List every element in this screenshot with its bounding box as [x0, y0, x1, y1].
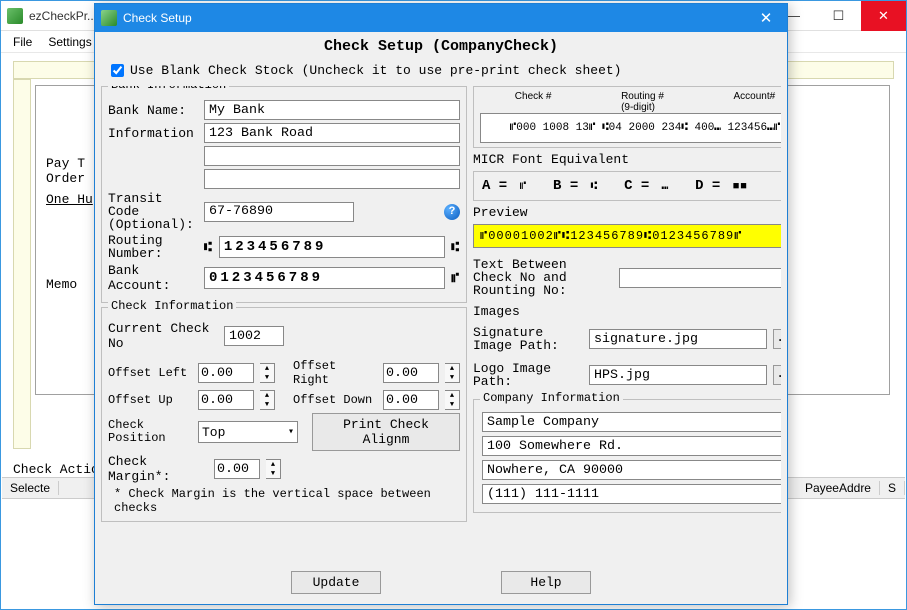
text-between-label: Text Between Check No and Rounting No:: [473, 258, 613, 297]
transit-label: Transit Code (Optional):: [108, 192, 198, 231]
dialog-close-button[interactable]: ✕: [745, 4, 787, 32]
offset-right-label: Offset Right: [293, 359, 377, 387]
bank-information-group: Bank Information Bank Name: Information: [101, 86, 467, 303]
logo-path-input[interactable]: [589, 365, 767, 385]
grid-col-payeeaddr[interactable]: PayeeAddre: [797, 481, 880, 495]
signature-browse-button[interactable]: ..: [773, 329, 781, 349]
b-label: B =: [553, 178, 587, 194]
check-margin-label: Check Margin*:: [108, 454, 208, 484]
current-check-no-label: Current Check No: [108, 321, 218, 351]
dialog-icon: [101, 10, 117, 26]
routing-label: Routing Number:: [108, 234, 198, 260]
logo-path-label: Logo Image Path:: [473, 362, 583, 388]
sample-checkno-label: Check #: [515, 91, 552, 113]
a-glyph: ⑈: [520, 181, 528, 193]
company-line3-input[interactable]: [482, 460, 781, 480]
account-symbol: ⑈: [451, 271, 460, 286]
account-label: Bank Account:: [108, 263, 198, 293]
micr-preview: ⑈00001002⑈⑆123456789⑆0123456789⑈: [473, 224, 781, 248]
check-setup-dialog: Check Setup ✕ Check Setup (CompanyCheck)…: [94, 3, 788, 605]
bank-name-label: Bank Name:: [108, 103, 198, 118]
offset-left-spinner[interactable]: ▲▼: [260, 363, 275, 383]
offset-right-input[interactable]: [383, 363, 439, 383]
offset-up-label: Offset Up: [108, 393, 192, 407]
text-between-input[interactable]: [619, 268, 781, 288]
company-info-legend: Company Information: [480, 391, 623, 405]
maximize-button[interactable]: ☐: [816, 1, 861, 31]
help-button[interactable]: Help: [501, 571, 591, 594]
sample-routing-label: Routing #: [621, 91, 664, 102]
c-label: C =: [624, 178, 658, 194]
grid-col-selected[interactable]: Selecte: [2, 481, 59, 495]
micr-sample-group: Check # Routing # (9-digit) Account# ⑈00…: [473, 86, 781, 148]
dialog-titlebar: Check Setup ✕: [95, 4, 787, 32]
b-glyph: ⑆: [591, 181, 599, 193]
offset-up-spinner[interactable]: ▲▼: [260, 390, 275, 410]
use-blank-stock-checkbox[interactable]: [111, 64, 124, 77]
signature-path-label: Signature Image Path:: [473, 326, 583, 352]
check-information-group: Check Information Current Check No Offse…: [101, 307, 467, 522]
current-check-no-input[interactable]: [224, 326, 284, 346]
sample-ninedigit-label: (9-digit): [621, 102, 655, 113]
offset-down-input[interactable]: [383, 390, 439, 410]
bank-account-input[interactable]: [204, 267, 445, 289]
company-information-group: Company Information: [473, 399, 781, 513]
micr-font-equivalent-group: A = ⑈ B = ⑆ C = ⑉ D = ■■: [473, 171, 781, 201]
dialog-title: Check Setup (CompanyCheck): [101, 38, 781, 55]
ruler-vertical: [13, 79, 31, 449]
transit-code-input[interactable]: [204, 202, 354, 222]
micr-equivalent-label: MICR Font Equivalent: [473, 152, 781, 167]
offset-down-label: Offset Down: [293, 393, 377, 407]
bank-info1-input[interactable]: [204, 123, 460, 143]
routing-left-symbol: ⑆: [204, 240, 213, 255]
offset-left-label: Offset Left: [108, 366, 192, 380]
offset-down-spinner[interactable]: ▲▼: [445, 390, 460, 410]
a-label: A =: [482, 178, 516, 194]
images-label: Images: [473, 304, 781, 319]
d-glyph: ■■: [733, 181, 748, 193]
bank-name-input[interactable]: [204, 100, 460, 120]
dialog-titlebar-text: Check Setup: [123, 11, 745, 25]
update-button[interactable]: Update: [291, 571, 381, 594]
check-margin-input[interactable]: [214, 459, 260, 479]
check-position-select[interactable]: Top ▾: [198, 421, 298, 443]
routing-right-symbol: ⑆: [451, 240, 460, 255]
check-info-legend: Check Information: [108, 299, 236, 313]
menu-settings[interactable]: Settings: [40, 35, 99, 49]
check-margin-note: * Check Margin is the vertical space bet…: [114, 487, 460, 515]
company-line4-input[interactable]: [482, 484, 781, 504]
close-button[interactable]: ✕: [861, 1, 906, 31]
use-blank-stock-label: Use Blank Check Stock (Uncheck it to use…: [130, 63, 621, 78]
app-icon: [7, 8, 23, 24]
logo-browse-button[interactable]: ..: [773, 365, 781, 385]
c-glyph: ⑉: [662, 181, 670, 193]
check-position-label: Check Position: [108, 419, 192, 445]
offset-right-spinner[interactable]: ▲▼: [445, 363, 460, 383]
sample-account-label: Account#: [733, 91, 775, 113]
bank-info-legend: Bank Information: [108, 86, 229, 92]
d-label: D =: [695, 178, 729, 194]
check-position-value: Top: [202, 425, 225, 440]
offset-up-input[interactable]: [198, 390, 254, 410]
signature-path-input[interactable]: [589, 329, 767, 349]
offset-left-input[interactable]: [198, 363, 254, 383]
grid-col-s[interactable]: S: [880, 481, 905, 495]
print-check-alignment-button[interactable]: Print Check Alignm: [312, 413, 460, 451]
routing-number-input[interactable]: [219, 236, 445, 258]
sample-micr-line: ⑈000 1008 13⑈ ⑆04 2000 234⑆ 400⑉ 123456⑉…: [480, 113, 781, 143]
menu-file[interactable]: File: [5, 35, 40, 49]
bank-info3-input[interactable]: [204, 169, 460, 189]
company-line1-input[interactable]: [482, 412, 781, 432]
company-line2-input[interactable]: [482, 436, 781, 456]
information-label: Information: [108, 126, 198, 141]
chevron-down-icon: ▾: [288, 426, 294, 438]
bank-info2-input[interactable]: [204, 146, 460, 166]
check-margin-spinner[interactable]: ▲▼: [266, 459, 281, 479]
preview-label: Preview: [473, 205, 781, 220]
transit-help-icon[interactable]: ?: [444, 204, 460, 220]
